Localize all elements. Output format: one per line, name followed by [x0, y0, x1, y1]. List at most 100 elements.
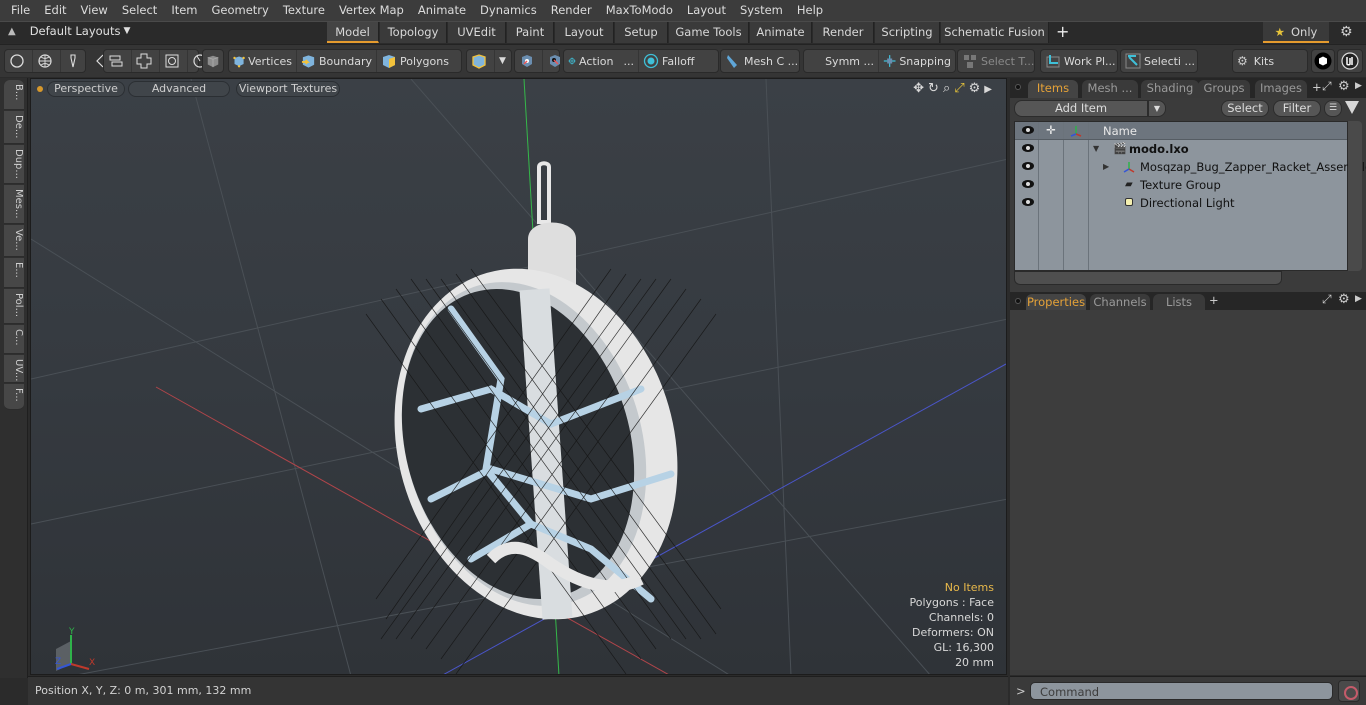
strip-tab-vertex[interactable]: Ve... — [4, 225, 24, 257]
panel-gear-icon[interactable]: ⚙ — [1338, 79, 1350, 94]
add-panel-tab-icon[interactable]: + — [1312, 80, 1322, 94]
menu-file[interactable]: File — [4, 0, 37, 21]
items-vertical-scrollbar[interactable] — [1348, 121, 1362, 271]
vertices-mode-button[interactable]: Vertices — [229, 50, 297, 72]
view-mode-button[interactable]: Perspective — [47, 81, 125, 97]
strip-tab-mesh-edit[interactable]: Mes... — [4, 185, 24, 224]
shading-mode-button[interactable]: Advanced — [128, 81, 230, 97]
work-plane-button[interactable]: Work Pl... — [1040, 49, 1118, 73]
action-center-icon[interactable] — [515, 50, 543, 72]
layouts-selector[interactable]: ▲ Default Layouts ▼ — [8, 24, 130, 38]
panel-dot-icon[interactable] — [1015, 298, 1021, 304]
add-item-dropdown-icon[interactable]: ▼ — [1148, 100, 1166, 117]
visibility-column-header[interactable] — [1015, 122, 1039, 139]
viewport-menu-arrow-icon[interactable]: ▶ — [984, 81, 992, 98]
kit-unreal-button[interactable] — [1337, 49, 1363, 73]
falloff-button[interactable]: Falloff — [639, 50, 717, 72]
tab-layout[interactable]: Layout — [555, 22, 614, 43]
tab-model[interactable]: Model — [327, 22, 379, 43]
menu-dynamics[interactable]: Dynamics — [473, 0, 544, 21]
tab-animate[interactable]: Animate — [750, 22, 812, 43]
menu-system[interactable]: System — [733, 0, 790, 21]
cross-grid-icon[interactable] — [132, 50, 160, 72]
tab-items[interactable]: Items — [1028, 80, 1078, 98]
menu-select[interactable]: Select — [115, 0, 164, 21]
kits-button[interactable]: ⚙ Kits — [1232, 49, 1308, 73]
select-button[interactable]: Select — [1221, 100, 1269, 117]
add-item-button[interactable]: Add Item — [1014, 100, 1148, 117]
panel-gear-icon[interactable]: ⚙ — [1338, 292, 1350, 307]
lock-column-header[interactable]: ✛ — [1039, 122, 1064, 139]
type-column-header[interactable] — [1064, 122, 1089, 139]
strip-tab-edge[interactable]: E... — [4, 258, 24, 288]
menu-maxtomodo[interactable]: MaxToModo — [599, 0, 680, 21]
mesh-constraints-button[interactable]: Mesh C ... — [720, 49, 800, 73]
tree-row-scene[interactable]: ▼ 🎬 modo.lxo — [1015, 140, 1347, 158]
command-input[interactable]: Command — [1030, 682, 1333, 700]
strip-tab-basic[interactable]: B... — [4, 80, 24, 110]
expand-panel-icon[interactable]: ⤢ — [1322, 292, 1332, 307]
collapse-arrow-icon[interactable]: ▲ — [8, 26, 16, 37]
strip-tab-deform[interactable]: De... — [4, 111, 24, 144]
tab-paint[interactable]: Paint — [507, 22, 554, 43]
panel-menu-arrow-icon[interactable]: ▶ — [1355, 81, 1362, 91]
sphere-select-icon[interactable] — [5, 50, 33, 72]
add-tab-button[interactable]: + — [1056, 22, 1069, 42]
tab-setup[interactable]: Setup — [615, 22, 668, 43]
strip-tab-fusion[interactable]: F... — [4, 384, 24, 410]
snapping-button[interactable]: Snapping — [879, 50, 955, 72]
panel-menu-arrow-icon[interactable]: ▶ — [1355, 294, 1362, 304]
rotate-view-icon[interactable]: ↻ — [928, 81, 939, 98]
eye-icon[interactable] — [1022, 180, 1034, 188]
list-options-icon[interactable]: ☰ — [1324, 100, 1342, 117]
eye-icon[interactable] — [1022, 162, 1034, 170]
tab-mesh[interactable]: Mesh ... — [1082, 80, 1138, 98]
tab-shading[interactable]: Shading — [1141, 80, 1199, 98]
mode-dropdown-icon[interactable]: ▼ — [495, 50, 510, 72]
viewport-gear-icon[interactable]: ⚙ — [969, 81, 981, 98]
shade-button[interactable] — [202, 49, 224, 73]
tree-row-light[interactable]: Directional Light — [1015, 194, 1347, 212]
menu-texture[interactable]: Texture — [276, 0, 332, 21]
menu-edit[interactable]: Edit — [37, 0, 73, 21]
menu-help[interactable]: Help — [790, 0, 830, 21]
expand-arrow-icon[interactable]: ▼ — [1093, 140, 1099, 158]
align-icon[interactable] — [104, 50, 132, 72]
globe-icon[interactable] — [33, 50, 61, 72]
collapse-arrow-icon[interactable]: ▶ — [1103, 158, 1109, 176]
maximize-view-icon[interactable]: ⤢ — [954, 81, 964, 98]
tree-row-mesh[interactable]: ▶ Mosqzap_Bug_Zapper_Racket_Assembled — [1015, 158, 1366, 176]
zoom-view-icon[interactable]: ⌕ — [943, 81, 950, 98]
tab-render[interactable]: Render — [813, 22, 874, 43]
kit-unity-button[interactable] — [1311, 49, 1335, 73]
boundary-mode-button[interactable]: Boundary — [297, 50, 377, 72]
polygons-mode-button[interactable]: Polygons — [377, 50, 453, 72]
strip-tab-polygon[interactable]: Pol... — [4, 289, 24, 324]
menu-layout[interactable]: Layout — [680, 0, 733, 21]
gear-icon[interactable]: ⚙ — [1340, 24, 1353, 40]
menu-vertex-map[interactable]: Vertex Map — [332, 0, 411, 21]
menu-render[interactable]: Render — [544, 0, 599, 21]
expand-panel-icon[interactable]: ⤢ — [1322, 79, 1332, 94]
add-panel-tab-icon[interactable]: + — [1209, 293, 1219, 307]
menu-item[interactable]: Item — [164, 0, 204, 21]
item-mode-button[interactable] — [467, 50, 495, 72]
tab-scripting[interactable]: Scripting — [875, 22, 940, 43]
panel-dot-icon[interactable] — [1015, 84, 1021, 90]
pen-icon[interactable] — [61, 50, 89, 72]
move-view-icon[interactable]: ✥ — [913, 81, 924, 98]
tab-topology[interactable]: Topology — [380, 22, 447, 43]
menu-view[interactable]: View — [74, 0, 115, 21]
3d-viewport[interactable]: Y X Z Perspective Advanced Viewport Text… — [30, 78, 1007, 675]
selection-sets-button[interactable]: Selecti ... — [1120, 49, 1198, 73]
eye-icon[interactable] — [1022, 198, 1034, 206]
action-center-button[interactable]: Action... — [564, 50, 639, 72]
symmetry-button[interactable]: Symm ... — [804, 50, 879, 72]
menu-animate[interactable]: Animate — [411, 0, 473, 21]
menu-geometry[interactable]: Geometry — [205, 0, 276, 21]
viewport-status-dot[interactable] — [37, 86, 43, 92]
eye-icon[interactable] — [1022, 144, 1034, 152]
tab-groups[interactable]: Groups — [1198, 80, 1250, 98]
strip-tab-duplicate[interactable]: Dup... — [4, 145, 24, 184]
name-column-header[interactable]: Name — [1103, 122, 1137, 140]
